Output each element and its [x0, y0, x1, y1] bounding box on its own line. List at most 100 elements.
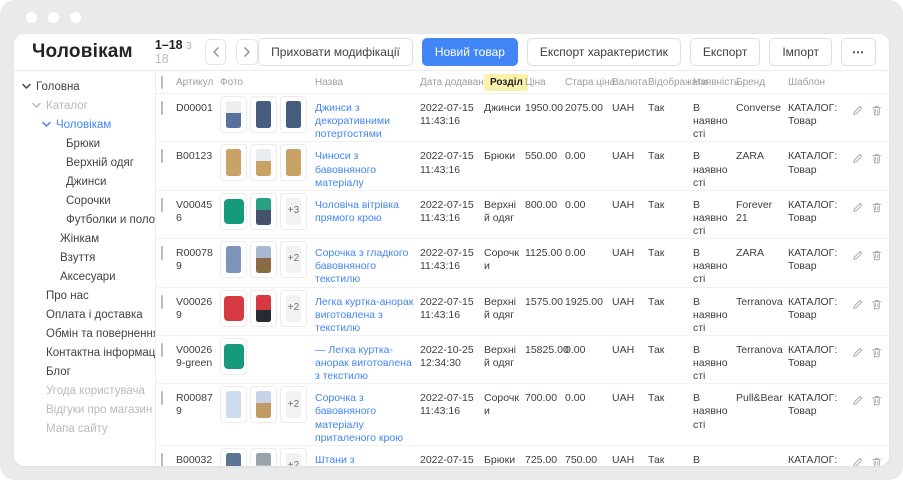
delete-icon[interactable]: [871, 152, 883, 165]
delete-icon[interactable]: [871, 394, 883, 407]
product-photo[interactable]: +2: [280, 241, 307, 278]
sidebar-item[interactable]: Оплата і доставка: [14, 305, 155, 324]
import-button[interactable]: Імпорт: [769, 38, 832, 66]
column-header-brand[interactable]: Бренд: [736, 77, 788, 88]
product-photo[interactable]: +2: [280, 448, 307, 466]
product-photo[interactable]: [250, 96, 277, 133]
edit-icon[interactable]: [852, 298, 864, 311]
select-all-checkbox[interactable]: [161, 76, 163, 89]
column-header-name[interactable]: Назва: [315, 77, 420, 88]
more-actions-button[interactable]: ⋯: [841, 38, 876, 66]
row-checkbox[interactable]: [161, 295, 163, 309]
product-photo[interactable]: +2: [280, 290, 307, 327]
column-header-template[interactable]: Шаблон: [788, 77, 852, 88]
product-name-link[interactable]: Джинси з декоративними потертостями: [315, 102, 390, 140]
window-dot[interactable]: [48, 12, 59, 23]
edit-icon[interactable]: [852, 456, 864, 466]
product-photo[interactable]: [220, 96, 247, 133]
delete-icon[interactable]: [871, 201, 883, 214]
product-name-link[interactable]: Штани з бавовняного матеріалу прямого кр…: [315, 454, 406, 466]
product-photo[interactable]: +3: [280, 193, 307, 230]
column-header-sku[interactable]: Артикул: [176, 77, 220, 88]
sidebar-item[interactable]: Жінкам: [14, 229, 155, 248]
edit-icon[interactable]: [852, 201, 864, 214]
product-photo[interactable]: [280, 96, 307, 133]
row-checkbox[interactable]: [161, 343, 163, 357]
sidebar-item[interactable]: Каталог: [14, 96, 155, 115]
pagination-range: 1–18 з 18: [155, 38, 195, 66]
sidebar-item[interactable]: Контактна інформація: [14, 343, 155, 362]
hide-modifications-button[interactable]: Приховати модифікації: [258, 38, 413, 66]
sidebar-item[interactable]: Взуття: [14, 248, 155, 267]
window-dot[interactable]: [70, 12, 81, 23]
delete-icon[interactable]: [871, 346, 883, 359]
sidebar-item[interactable]: Верхній одяг: [14, 153, 155, 172]
product-photo[interactable]: [250, 193, 277, 230]
export-characteristics-button[interactable]: Експорт характеристик: [527, 38, 681, 66]
product-photo[interactable]: [220, 386, 247, 423]
column-header-display[interactable]: Відображати: [648, 77, 693, 88]
row-checkbox[interactable]: [161, 149, 163, 163]
delete-icon[interactable]: [871, 456, 883, 466]
delete-icon[interactable]: [871, 298, 883, 311]
prev-page-button[interactable]: [205, 39, 227, 65]
product-photo[interactable]: [220, 144, 247, 181]
sidebar-item[interactable]: Сорочки: [14, 191, 155, 210]
export-button[interactable]: Експорт: [690, 38, 760, 66]
sidebar-item[interactable]: Футболки и поло: [14, 210, 155, 229]
column-header-date[interactable]: Дата додавання: [420, 77, 484, 88]
edit-icon[interactable]: [852, 104, 864, 117]
edit-icon[interactable]: [852, 394, 864, 407]
sidebar-item[interactable]: Угода користувача: [14, 381, 155, 400]
product-photo[interactable]: [220, 338, 247, 375]
sidebar-item[interactable]: Блог: [14, 362, 155, 381]
sidebar-item[interactable]: Головна: [14, 77, 155, 96]
next-page-button[interactable]: [236, 39, 258, 65]
sidebar-item[interactable]: Чоловікам: [14, 115, 155, 134]
new-product-button[interactable]: Новий товар: [422, 38, 518, 66]
sidebar-item[interactable]: Відгуки про магазин: [14, 400, 155, 419]
product-name-link[interactable]: Сорочка з бавовняного матеріалу притален…: [315, 392, 403, 443]
window-dot[interactable]: [26, 12, 37, 23]
sidebar-item[interactable]: Брюки: [14, 134, 155, 153]
sidebar-item[interactable]: Аксесуари: [14, 267, 155, 286]
delete-icon[interactable]: [871, 249, 883, 262]
column-header-section[interactable]: Розділ: [484, 74, 525, 91]
product-photo[interactable]: [280, 144, 307, 181]
row-checkbox[interactable]: [161, 101, 163, 115]
product-name-link[interactable]: — Легка куртка-анорак виготовлена з текс…: [315, 344, 412, 382]
product-name-link[interactable]: Сорочка з гладкого бавовняного текстилю: [315, 247, 408, 285]
edit-icon[interactable]: [852, 346, 864, 359]
template-cell: КАТАЛОГ: Товар: [788, 384, 852, 418]
product-photo[interactable]: [220, 448, 247, 466]
product-photo[interactable]: [250, 448, 277, 466]
column-header-price[interactable]: Ціна: [525, 77, 565, 88]
row-checkbox[interactable]: [161, 391, 163, 405]
sidebar-item[interactable]: Про нас: [14, 286, 155, 305]
product-photo[interactable]: [250, 386, 277, 423]
delete-icon[interactable]: [871, 104, 883, 117]
product-name-link[interactable]: Чоловіча вітрівка прямого крою: [315, 199, 399, 224]
column-header-availability[interactable]: Наявність: [693, 77, 736, 88]
sidebar-item[interactable]: Джинси: [14, 172, 155, 191]
brand-cell: Forever 21: [736, 191, 788, 225]
product-name-link[interactable]: Легка куртка-анорак виготовлена з тексти…: [315, 296, 413, 334]
column-header-photo[interactable]: Фото: [220, 77, 315, 88]
product-photo[interactable]: [220, 241, 247, 278]
edit-icon[interactable]: [852, 152, 864, 165]
product-photo[interactable]: [220, 193, 247, 230]
column-header-old-price[interactable]: Стара ціна: [565, 77, 612, 88]
product-photo[interactable]: [250, 241, 277, 278]
product-photo[interactable]: [220, 290, 247, 327]
product-photo[interactable]: [250, 290, 277, 327]
product-name-link[interactable]: Чиноси з бавовняного матеріалу: [315, 150, 376, 188]
sidebar-item[interactable]: Мапа сайту: [14, 419, 155, 438]
sidebar-item[interactable]: Обмін та повернення: [14, 324, 155, 343]
edit-icon[interactable]: [852, 249, 864, 262]
product-photo[interactable]: +2: [280, 386, 307, 423]
row-checkbox[interactable]: [161, 246, 163, 260]
product-photo[interactable]: [250, 144, 277, 181]
column-header-currency[interactable]: Валюта: [612, 77, 648, 88]
row-checkbox[interactable]: [161, 198, 163, 212]
row-checkbox[interactable]: [161, 453, 163, 466]
